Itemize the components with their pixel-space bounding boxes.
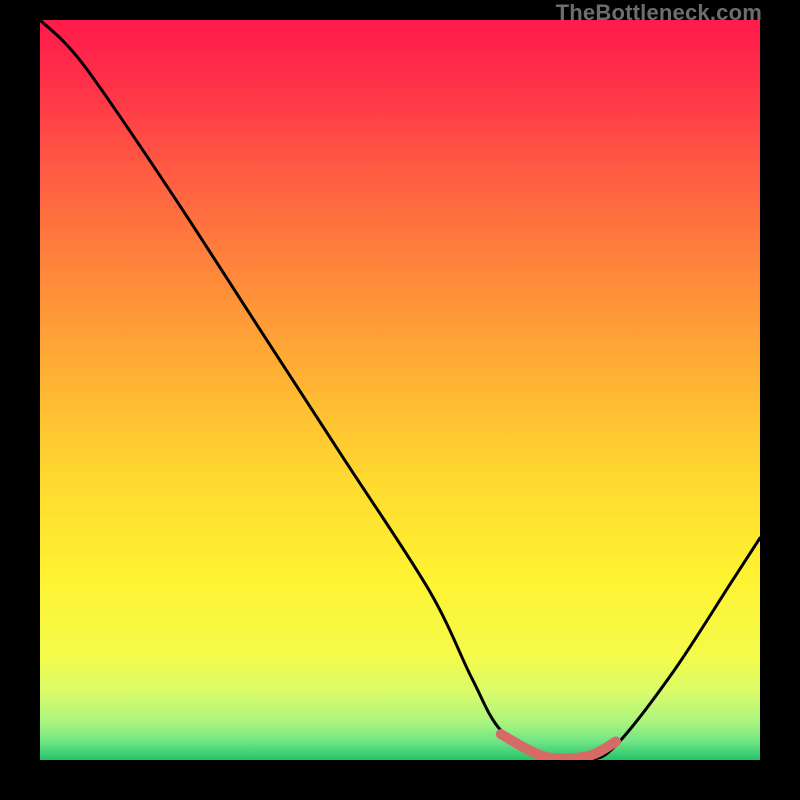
gradient-background [40, 20, 760, 760]
chart-frame [40, 20, 760, 760]
bottleneck-chart [40, 20, 760, 760]
